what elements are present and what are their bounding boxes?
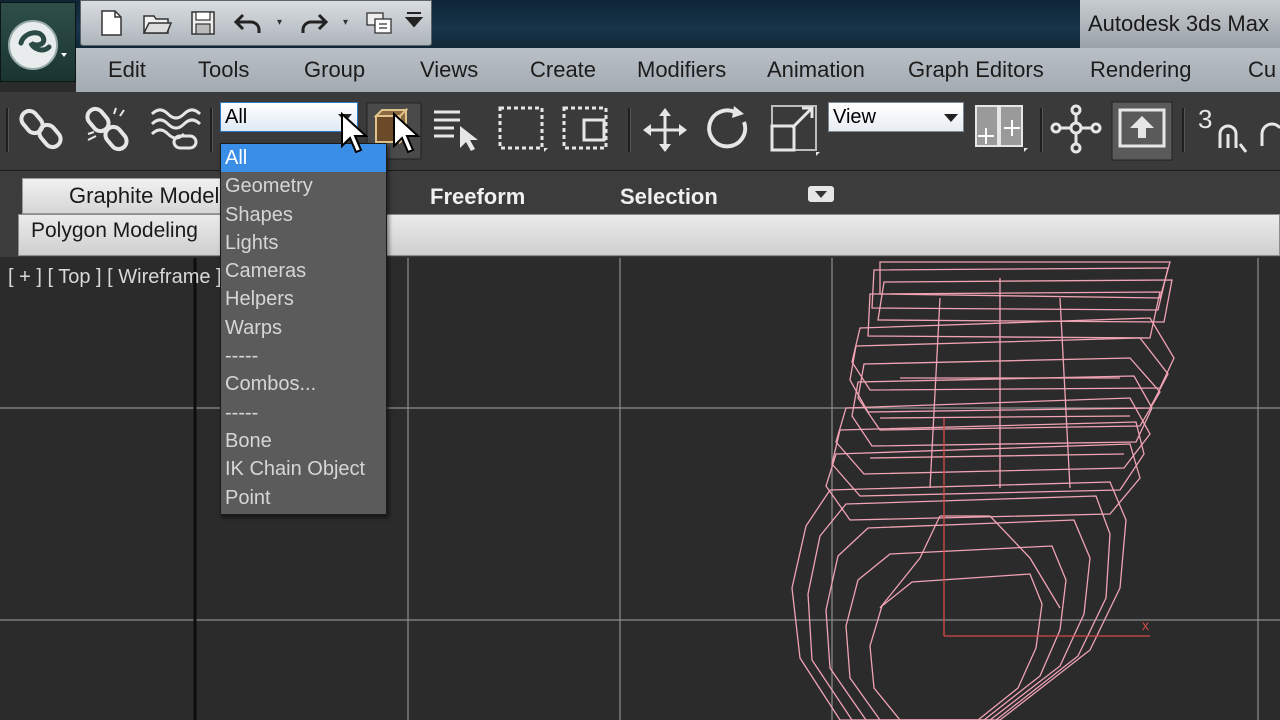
filter-option-bone[interactable]: Bone bbox=[221, 427, 386, 455]
open-file-icon[interactable] bbox=[141, 7, 173, 39]
new-file-icon[interactable] bbox=[95, 7, 127, 39]
filter-option-combos[interactable]: Combos... bbox=[221, 370, 386, 398]
filter-option-ik-chain-object[interactable]: IK Chain Object bbox=[221, 455, 386, 483]
filter-option-geometry[interactable]: Geometry bbox=[221, 172, 386, 200]
menu-animation[interactable]: Animation bbox=[767, 48, 865, 92]
menu-rendering[interactable]: Rendering bbox=[1090, 48, 1192, 92]
filter-option-cameras[interactable]: Cameras bbox=[221, 257, 386, 285]
top-viewport[interactable]: x [ + ] [ Top ] [ Wireframe ] bbox=[0, 258, 1280, 720]
filter-separator: ----- bbox=[225, 401, 259, 424]
ribbon-minimize-button[interactable] bbox=[808, 186, 834, 202]
redo-icon[interactable] bbox=[297, 7, 329, 39]
filter-option-helpers[interactable]: Helpers bbox=[221, 285, 386, 313]
x-axis-label: x bbox=[1142, 617, 1149, 633]
menu-tools[interactable]: Tools bbox=[198, 48, 249, 92]
menu-graph-editors[interactable]: Graph Editors bbox=[908, 48, 1044, 92]
toolbar-separator bbox=[1182, 108, 1185, 152]
tab-freeform[interactable]: Freeform bbox=[430, 179, 525, 215]
3ds-max-logo-icon bbox=[8, 20, 67, 70]
toolbar-separator bbox=[210, 108, 213, 152]
viewport-label[interactable]: [ + ] [ Top ] [ Wireframe ] bbox=[8, 266, 222, 289]
unlink-selection-icon[interactable] bbox=[82, 104, 136, 154]
snap-dimension-label: 3 bbox=[1198, 104, 1213, 134]
toolbar-separator bbox=[628, 108, 631, 152]
ribbon: Graphite Modeling Tools Freeform Selecti… bbox=[0, 171, 1280, 257]
use-pivot-point-center-icon[interactable] bbox=[972, 102, 1032, 158]
tab-graphite-modeling-tools[interactable]: Graphite Modeling Tools bbox=[22, 178, 242, 214]
application-button[interactable] bbox=[0, 2, 76, 82]
menu-views[interactable]: Views bbox=[420, 48, 478, 92]
toolbar-separator bbox=[1040, 108, 1043, 152]
mouse-cursor-icon bbox=[393, 112, 420, 154]
menu-modifiers[interactable]: Modifiers bbox=[637, 48, 726, 92]
menu-group[interactable]: Group bbox=[304, 48, 365, 92]
undo-icon[interactable] bbox=[233, 7, 265, 39]
snaps-toggle-icon[interactable] bbox=[1214, 118, 1254, 158]
project-folder-icon[interactable] bbox=[363, 7, 395, 39]
ribbon-panel-bar: Polygon Modeling bbox=[18, 214, 1280, 256]
menu-customize[interactable]: Cu bbox=[1248, 48, 1276, 92]
keyboard-shortcut-override-icon[interactable] bbox=[1110, 100, 1174, 162]
select-and-manipulate-icon[interactable] bbox=[1050, 104, 1102, 154]
filter-option-warps[interactable]: Warps bbox=[221, 314, 386, 342]
select-and-link-icon[interactable] bbox=[18, 104, 70, 154]
undo-dropdown-icon[interactable]: ▾ bbox=[277, 17, 282, 28]
coordinate-system-value: View bbox=[833, 106, 876, 128]
menu-edit[interactable]: Edit bbox=[108, 48, 146, 92]
select-and-rotate-icon[interactable] bbox=[704, 104, 754, 156]
reference-coordinate-system-dropdown[interactable]: View bbox=[828, 102, 964, 132]
window-crossing-icon[interactable] bbox=[560, 104, 616, 156]
select-and-scale-icon[interactable] bbox=[768, 102, 824, 160]
filter-option-point[interactable]: Point bbox=[221, 484, 386, 512]
app-title: Autodesk 3ds Max bbox=[1080, 0, 1280, 48]
selection-filter-dropdown[interactable]: All bbox=[220, 102, 358, 132]
title-bar: ▾ ▾ Autodesk 3ds Max bbox=[0, 0, 1280, 48]
save-file-icon[interactable] bbox=[187, 7, 219, 39]
filter-separator: ----- bbox=[225, 345, 259, 368]
filter-option-lights[interactable]: Lights bbox=[221, 229, 386, 257]
rectangular-selection-region-icon[interactable] bbox=[496, 104, 552, 156]
polygon-modeling-panel[interactable]: Polygon Modeling bbox=[31, 219, 198, 243]
mouse-cursor-icon bbox=[341, 112, 368, 154]
select-by-name-icon[interactable] bbox=[430, 104, 486, 154]
tab-selection[interactable]: Selection bbox=[620, 179, 718, 215]
filter-option-shapes[interactable]: Shapes bbox=[221, 201, 386, 229]
angle-snap-toggle-icon[interactable] bbox=[1258, 116, 1280, 156]
quick-access-toolbar: ▾ ▾ bbox=[80, 0, 432, 46]
customize-toolbar-icon[interactable] bbox=[403, 9, 425, 31]
selection-filter-value: All bbox=[225, 106, 248, 128]
wireframe-model: x bbox=[791, 261, 1175, 720]
bind-to-space-warp-icon[interactable] bbox=[148, 104, 202, 154]
toolbar-separator bbox=[6, 108, 9, 152]
menu-bar: Edit Tools Group Views Create Modifiers … bbox=[76, 48, 1280, 93]
select-and-move-icon[interactable] bbox=[640, 104, 690, 156]
main-toolbar: All View 3 bbox=[0, 92, 1280, 171]
selection-filter-list: All Geometry Shapes Lights Cameras Helpe… bbox=[220, 143, 387, 515]
redo-dropdown-icon[interactable]: ▾ bbox=[343, 17, 348, 28]
menu-create[interactable]: Create bbox=[530, 48, 596, 92]
chevron-down-icon bbox=[815, 191, 827, 198]
chevron-down-icon bbox=[944, 114, 958, 122]
